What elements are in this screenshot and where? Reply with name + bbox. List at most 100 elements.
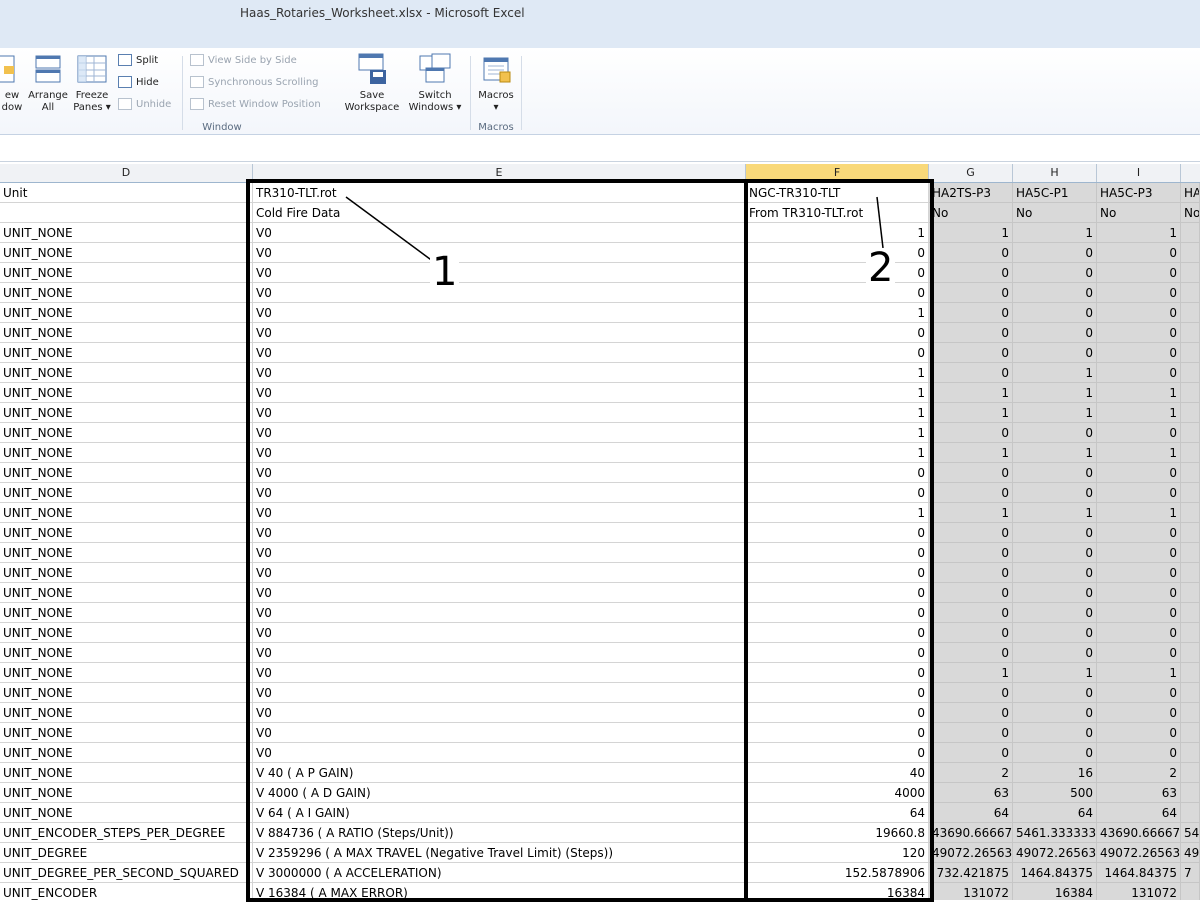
- cell-d[interactable]: UNIT_NONE: [0, 463, 253, 483]
- cell-g[interactable]: 1: [929, 503, 1013, 523]
- cell-g[interactable]: 0: [929, 583, 1013, 603]
- cell-j[interactable]: [1181, 503, 1200, 523]
- cell-d[interactable]: UNIT_NONE: [0, 343, 253, 363]
- cell-d[interactable]: UNIT_NONE: [0, 743, 253, 763]
- cell-e[interactable]: V0: [253, 223, 746, 243]
- cell-d[interactable]: UNIT_NONE: [0, 703, 253, 723]
- cell-i[interactable]: 0: [1097, 543, 1181, 563]
- cell-g[interactable]: 0: [929, 543, 1013, 563]
- cell-f[interactable]: 0: [746, 263, 929, 283]
- cell-f[interactable]: 0: [746, 723, 929, 743]
- cell-f[interactable]: 1: [746, 503, 929, 523]
- cell-f[interactable]: 0: [746, 563, 929, 583]
- cell-d[interactable]: UNIT_NONE: [0, 323, 253, 343]
- cell-i[interactable]: 1: [1097, 663, 1181, 683]
- cell-f[interactable]: 0: [746, 243, 929, 263]
- cell-h[interactable]: 0: [1013, 463, 1097, 483]
- cell-e[interactable]: V0: [253, 403, 746, 423]
- cell-h[interactable]: 1: [1013, 403, 1097, 423]
- cell-d[interactable]: UNIT_NONE: [0, 623, 253, 643]
- cell-g[interactable]: 0: [929, 243, 1013, 263]
- cell-e[interactable]: V0: [253, 663, 746, 683]
- cell-g[interactable]: 0: [929, 643, 1013, 663]
- cell-j[interactable]: [1181, 543, 1200, 563]
- cell-g[interactable]: 0: [929, 423, 1013, 443]
- cell-i[interactable]: 1: [1097, 443, 1181, 463]
- view-side-by-side-button[interactable]: View Side by Side: [190, 53, 297, 69]
- cell-h[interactable]: HA5C-P1: [1013, 183, 1097, 203]
- cell-f[interactable]: 0: [746, 523, 929, 543]
- cell-i[interactable]: 0: [1097, 243, 1181, 263]
- cell-f[interactable]: 0: [746, 743, 929, 763]
- cell-i[interactable]: No: [1097, 203, 1181, 223]
- cell-i[interactable]: 0: [1097, 323, 1181, 343]
- cell-d[interactable]: UNIT_NONE: [0, 503, 253, 523]
- cell-e[interactable]: Cold Fire Data: [253, 203, 746, 223]
- cell-j[interactable]: 7: [1181, 863, 1200, 883]
- cell-f[interactable]: 120: [746, 843, 929, 863]
- cell-j[interactable]: [1181, 283, 1200, 303]
- cell-i[interactable]: 1: [1097, 223, 1181, 243]
- cell-j[interactable]: [1181, 263, 1200, 283]
- cell-g[interactable]: 0: [929, 483, 1013, 503]
- cell-h[interactable]: 16: [1013, 763, 1097, 783]
- cell-e[interactable]: V0: [253, 363, 746, 383]
- cell-i[interactable]: 43690.66667: [1097, 823, 1181, 843]
- cell-j[interactable]: [1181, 563, 1200, 583]
- cell-h[interactable]: 0: [1013, 343, 1097, 363]
- cell-d[interactable]: UNIT_NONE: [0, 303, 253, 323]
- cell-d[interactable]: UNIT_NONE: [0, 543, 253, 563]
- cell-g[interactable]: 63: [929, 783, 1013, 803]
- cell-d[interactable]: UNIT_NONE: [0, 243, 253, 263]
- cell-j[interactable]: [1181, 643, 1200, 663]
- synchronous-scrolling-button[interactable]: Synchronous Scrolling: [190, 75, 319, 91]
- cell-e[interactable]: V 3000000 ( A ACCELERATION): [253, 863, 746, 883]
- cell-g[interactable]: 0: [929, 463, 1013, 483]
- cell-f[interactable]: 0: [746, 283, 929, 303]
- column-header-i[interactable]: I: [1097, 164, 1181, 182]
- cell-i[interactable]: 0: [1097, 363, 1181, 383]
- cell-d[interactable]: UNIT_NONE: [0, 383, 253, 403]
- cell-h[interactable]: 64: [1013, 803, 1097, 823]
- cell-f[interactable]: 1: [746, 443, 929, 463]
- cell-e[interactable]: V 40 ( A P GAIN): [253, 763, 746, 783]
- cell-i[interactable]: 0: [1097, 423, 1181, 443]
- freeze-panes-button[interactable]: Freeze Panes ▾: [70, 54, 114, 114]
- cell-h[interactable]: 5461.333333: [1013, 823, 1097, 843]
- cell-i[interactable]: 0: [1097, 303, 1181, 323]
- cell-e[interactable]: V0: [253, 283, 746, 303]
- cell-g[interactable]: 43690.66667: [929, 823, 1013, 843]
- cell-g[interactable]: HA2TS-P3: [929, 183, 1013, 203]
- column-header-d[interactable]: D: [0, 164, 253, 182]
- cell-i[interactable]: 2: [1097, 763, 1181, 783]
- cell-j[interactable]: 49: [1181, 843, 1200, 863]
- switch-windows-button[interactable]: Switch Windows ▾: [404, 52, 466, 114]
- cell-e[interactable]: V0: [253, 643, 746, 663]
- cell-i[interactable]: 49072.26563: [1097, 843, 1181, 863]
- cell-j[interactable]: [1181, 623, 1200, 643]
- cell-i[interactable]: 1: [1097, 403, 1181, 423]
- cell-i[interactable]: 0: [1097, 683, 1181, 703]
- cell-g[interactable]: 1: [929, 443, 1013, 463]
- cell-f[interactable]: 16384: [746, 883, 929, 900]
- cell-i[interactable]: 0: [1097, 343, 1181, 363]
- cell-j[interactable]: [1181, 243, 1200, 263]
- cell-e[interactable]: V 4000 ( A D GAIN): [253, 783, 746, 803]
- cell-j[interactable]: [1181, 883, 1200, 900]
- cell-h[interactable]: 0: [1013, 683, 1097, 703]
- hide-button[interactable]: Hide: [118, 75, 159, 91]
- new-window-button[interactable]: ew dow: [0, 54, 24, 114]
- cell-j[interactable]: 54: [1181, 823, 1200, 843]
- cell-e[interactable]: TR310-TLT.rot: [253, 183, 746, 203]
- cell-h[interactable]: No: [1013, 203, 1097, 223]
- cell-h[interactable]: 0: [1013, 323, 1097, 343]
- cell-i[interactable]: 0: [1097, 643, 1181, 663]
- column-header-e[interactable]: E: [253, 164, 746, 182]
- cell-e[interactable]: V 884736 ( A RATIO (Steps/Unit)): [253, 823, 746, 843]
- cell-d[interactable]: [0, 203, 253, 223]
- cell-h[interactable]: 0: [1013, 523, 1097, 543]
- cell-i[interactable]: 0: [1097, 743, 1181, 763]
- cell-f[interactable]: 64: [746, 803, 929, 823]
- cell-f[interactable]: 0: [746, 643, 929, 663]
- cell-g[interactable]: 0: [929, 603, 1013, 623]
